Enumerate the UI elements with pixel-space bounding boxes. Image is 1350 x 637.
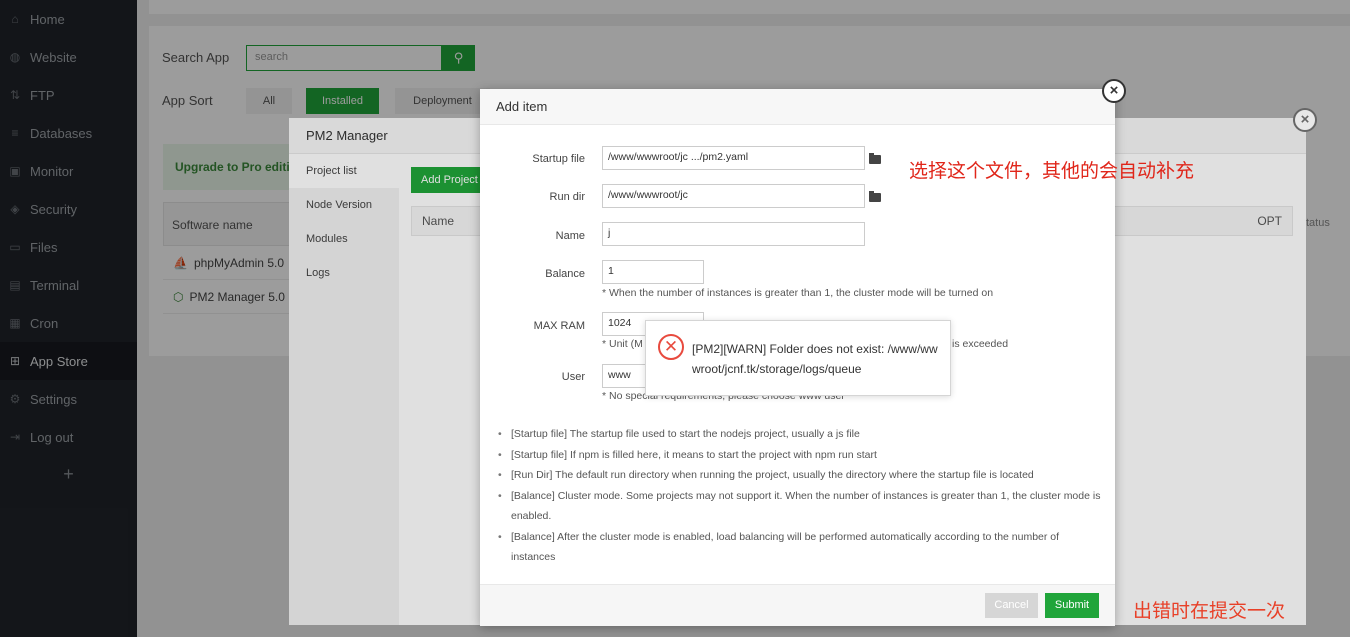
user-label: User	[561, 371, 585, 383]
name-label: Name	[555, 230, 585, 242]
error-icon: ✕	[658, 334, 684, 360]
add-item-close-icon[interactable]: ×	[1102, 79, 1126, 103]
startup-file-label: Startup file	[532, 153, 585, 165]
annotation-choose-file: 选择这个文件，其他的会自动补充	[909, 161, 1195, 182]
dialog-footer: Cancel Submit	[480, 584, 1115, 626]
submit-button[interactable]: Submit	[1045, 593, 1099, 618]
max-ram-label: MAX RAM	[533, 320, 585, 332]
status-column-header: tatus	[1306, 217, 1330, 229]
name-input[interactable]: j	[602, 222, 865, 246]
max-ram-hint-end: is exceeded	[952, 338, 1009, 350]
run-dir-label: Run dir	[549, 191, 585, 203]
help-tips: [Startup file] The startup file used to …	[496, 424, 1106, 568]
tip-item: [Startup file] The startup file used to …	[496, 424, 1106, 445]
add-item-title: Add item	[480, 89, 1115, 125]
tip-item: [Startup file] If npm is filled here, it…	[496, 445, 1106, 466]
balance-input[interactable]: 1	[602, 260, 704, 284]
tip-item: [Balance] Cluster mode. Some projects ma…	[496, 486, 1106, 527]
max-ram-hint: * Unit (M	[602, 338, 643, 350]
error-toast: ✕ [PM2][WARN] Folder does not exist: /ww…	[645, 320, 951, 396]
cancel-button[interactable]: Cancel	[985, 593, 1038, 618]
annotation-resubmit: 出错时在提交一次	[1133, 601, 1286, 622]
folder-open-icon[interactable]	[869, 191, 881, 202]
balance-label: Balance	[545, 268, 585, 280]
startup-file-input[interactable]: /www/wwwroot/jc .../pm2.yaml	[602, 146, 865, 170]
run-dir-input[interactable]: /www/wwwroot/jc	[602, 184, 865, 208]
tip-item: [Run Dir] The default run directory when…	[496, 465, 1106, 486]
balance-hint: * When the number of instances is greate…	[602, 287, 994, 299]
pm2-close-icon[interactable]: ×	[1293, 108, 1317, 132]
tip-item: [Balance] After the cluster mode is enab…	[496, 527, 1106, 568]
folder-open-icon[interactable]	[869, 153, 881, 164]
error-message: [PM2][WARN] Folder does not exist: /www/…	[692, 342, 938, 376]
